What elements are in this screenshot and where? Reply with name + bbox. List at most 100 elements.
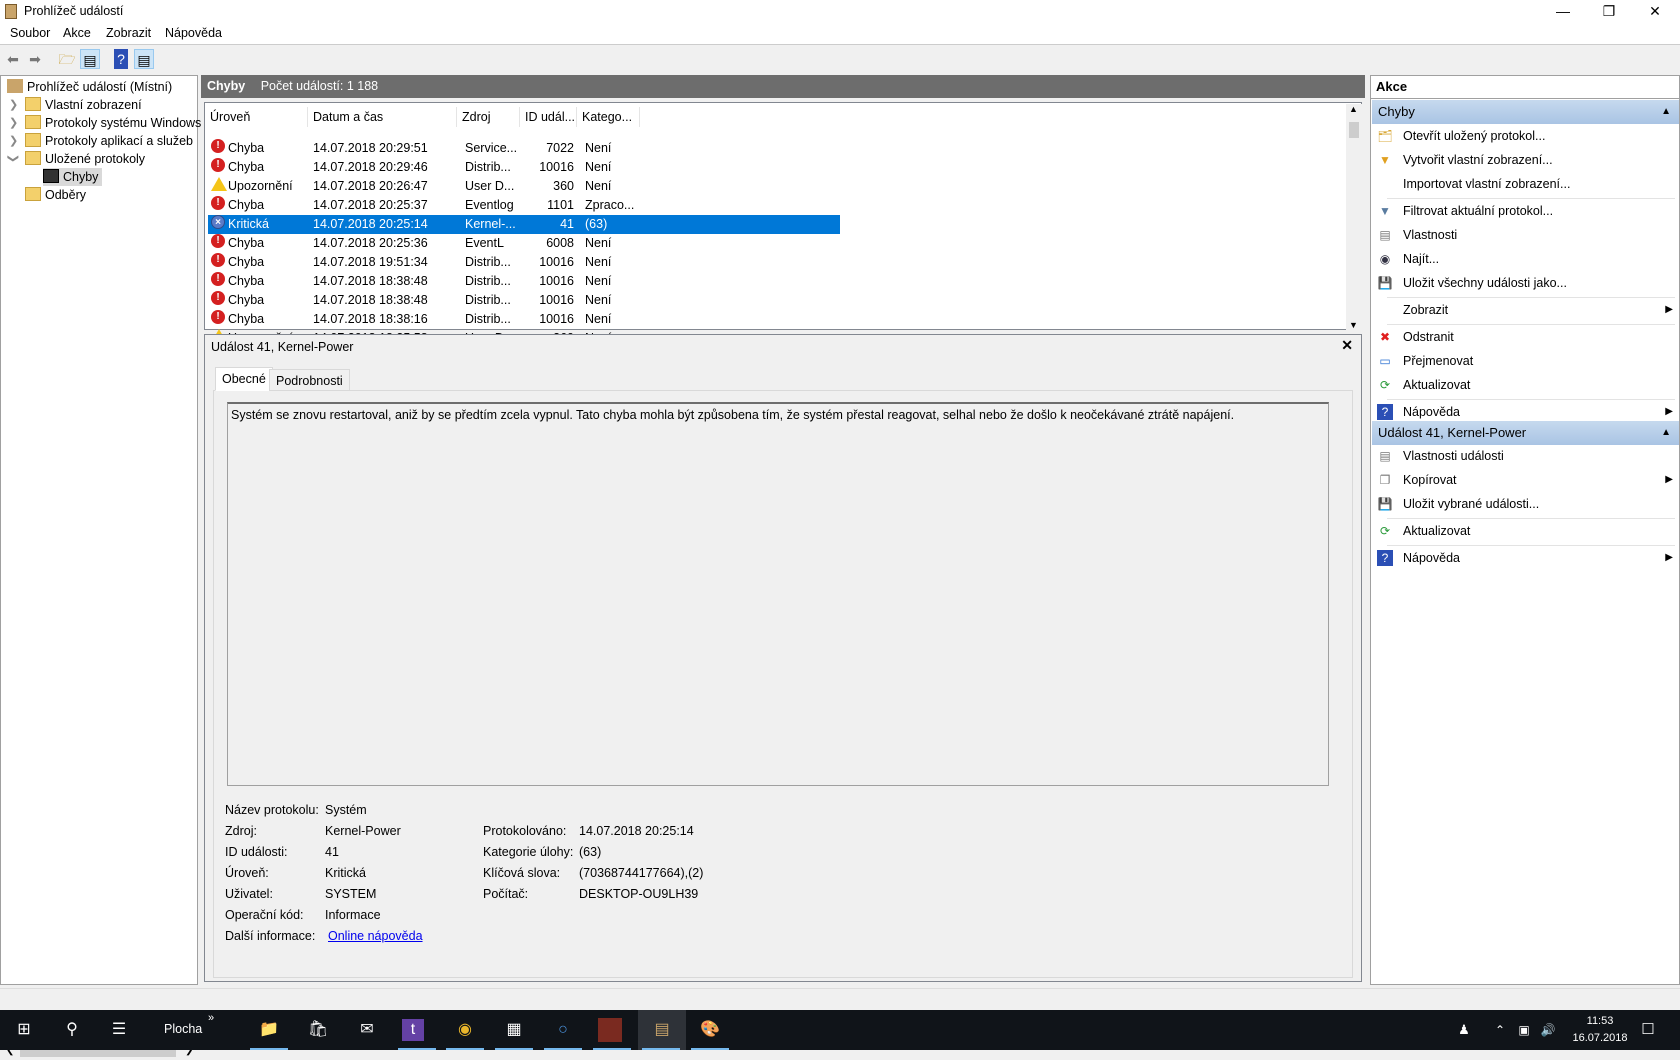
table-row[interactable]: ! Chyba 14.07.2018 18:38:48 Distrib... 10016… bbox=[208, 272, 840, 291]
table-row[interactable]: × Kritická 14.07.2018 20:25:14 Kernel-... 41… bbox=[208, 215, 840, 234]
action-n-pov-da[interactable]: ? Nápověda ▶ bbox=[1375, 547, 1675, 569]
calculator-icon[interactable]: ▦ bbox=[500, 1016, 528, 1044]
action-ulo-it-vybran-ud-losti[interactable]: 💾 Uložit vybrané události... bbox=[1375, 493, 1675, 515]
menu-napoveda[interactable]: Nápověda bbox=[165, 26, 222, 40]
twitch-icon[interactable]: t bbox=[402, 1019, 424, 1041]
back-icon[interactable]: ⬅ bbox=[3, 49, 23, 69]
tree-label: Prohlížeč událostí (Místní) bbox=[27, 80, 173, 94]
tree-item-custom-views[interactable]: Vlastní zobrazení bbox=[25, 96, 142, 114]
headset-app-icon[interactable]: ○ bbox=[549, 1016, 577, 1044]
forward-icon[interactable]: ➡ bbox=[25, 49, 45, 69]
action-importovat-vlastn-zobrazen[interactable]: Importovat vlastní zobrazení... bbox=[1375, 173, 1675, 195]
menu-soubor[interactable]: Soubor bbox=[10, 26, 50, 40]
minimize-button[interactable]: — bbox=[1540, 0, 1586, 23]
source-value: Kernel-Power bbox=[325, 824, 401, 838]
toolbar-expand-icon[interactable]: » bbox=[208, 1012, 214, 1024]
event-viewer-taskbar-button[interactable]: ▤ bbox=[638, 1010, 686, 1050]
show-actions-icon[interactable]: ▤ bbox=[134, 49, 154, 69]
clock[interactable]: 11:53 16.07.2018 bbox=[1570, 1013, 1630, 1047]
table-row[interactable]: ! Chyba 14.07.2018 20:29:51 Service... 7022 N… bbox=[208, 139, 840, 158]
action-zobrazit[interactable]: Zobrazit ▶ bbox=[1375, 299, 1675, 321]
action-ulo-it-v-echny-ud-losti-jako[interactable]: 💾 Uložit všechny události jako... bbox=[1375, 272, 1675, 294]
column-level[interactable]: Úroveň bbox=[205, 107, 308, 127]
people-icon[interactable]: ♟ bbox=[1450, 1016, 1478, 1044]
date: 16.07.2018 bbox=[1572, 1032, 1628, 1044]
scroll-up-icon[interactable]: ▲ bbox=[1349, 104, 1358, 114]
action-vytvo-it-vlastn-zobrazen[interactable]: ▼ Vytvořit vlastní zobrazení... bbox=[1375, 149, 1675, 171]
action-kop-rovat[interactable]: ❐ Kopírovat ▶ bbox=[1375, 469, 1675, 491]
column-source[interactable]: Zdroj bbox=[457, 107, 520, 127]
table-row[interactable]: ! Chyba 14.07.2018 18:38:16 Distrib... 10016… bbox=[208, 310, 840, 329]
action-naj-t[interactable]: ◉ Najít... bbox=[1375, 248, 1675, 270]
tree-item-windows-logs[interactable]: Protokoly systému Windows bbox=[25, 114, 201, 132]
paint-icon[interactable]: 🎨 bbox=[696, 1016, 724, 1044]
tree-item-chyby[interactable]: Chyby bbox=[43, 168, 103, 186]
tab-general[interactable]: Obecné bbox=[215, 367, 273, 391]
menu-zobrazit[interactable]: Zobrazit bbox=[106, 26, 151, 40]
tree-item-saved-logs[interactable]: Uložené protokoly bbox=[25, 150, 145, 168]
action-otev-t-ulo-en-protokol[interactable]: 🗂 Otevřít uložený protokol... bbox=[1375, 125, 1675, 147]
file-explorer-icon[interactable]: 📁 bbox=[255, 1016, 283, 1044]
tab-details[interactable]: Podrobnosti bbox=[269, 369, 350, 391]
action-odstranit[interactable]: ✖ Odstranit bbox=[1375, 326, 1675, 348]
critical-icon: × bbox=[211, 215, 225, 229]
mail-icon[interactable]: ✉ bbox=[353, 1016, 381, 1044]
tree-item-subscriptions[interactable]: Odběry bbox=[25, 186, 86, 204]
action-aktualizovat[interactable]: ⟳ Aktualizovat bbox=[1375, 520, 1675, 542]
notifications-icon[interactable]: ☐ bbox=[1634, 1016, 1662, 1044]
action-vlastnosti-ud-losti[interactable]: ▤ Vlastnosti události bbox=[1375, 445, 1675, 467]
expand-icon[interactable]: ❯ bbox=[9, 116, 18, 129]
column-category[interactable]: Katego... bbox=[577, 107, 640, 127]
collapse-icon[interactable]: ▲ bbox=[1661, 100, 1671, 124]
column-id[interactable]: ID udál... bbox=[520, 107, 577, 127]
expand-icon[interactable]: ❯ bbox=[9, 134, 18, 147]
game-icon[interactable] bbox=[598, 1018, 622, 1042]
action-filtrovat-aktu-ln-protokol[interactable]: ▼ Filtrovat aktuální protokol... bbox=[1375, 200, 1675, 222]
store-icon[interactable]: 🛍 bbox=[304, 1016, 332, 1044]
table-row[interactable]: ! Chyba 14.07.2018 20:25:36 EventL 6008 Není bbox=[208, 234, 840, 253]
action-n-pov-da[interactable]: ? Nápověda ▶ bbox=[1375, 401, 1675, 423]
menu-akce[interactable]: Akce bbox=[63, 26, 91, 40]
table-row[interactable]: ! Chyba 14.07.2018 20:29:46 Distrib... 10016… bbox=[208, 158, 840, 177]
up-folder-icon[interactable]: 🗁 bbox=[57, 49, 77, 69]
tree-root[interactable]: Prohlížeč událostí (Místní) bbox=[7, 78, 172, 96]
task-view-icon[interactable]: ☰ bbox=[105, 1016, 133, 1044]
action-p-ejmenovat[interactable]: ▭ Přejmenovat bbox=[1375, 350, 1675, 372]
desktop-toolbar[interactable]: Plocha bbox=[164, 1022, 202, 1036]
chrome-icon[interactable]: ◉ bbox=[451, 1016, 479, 1044]
scroll-thumb[interactable] bbox=[1349, 122, 1359, 138]
action-aktualizovat[interactable]: ⟳ Aktualizovat bbox=[1375, 374, 1675, 396]
collapse-icon[interactable]: ❯ bbox=[7, 154, 20, 163]
table-row[interactable]: ! Chyba 14.07.2018 19:51:34 Distrib... 10016… bbox=[208, 253, 840, 272]
section-title: Událost 41, Kernel-Power bbox=[1378, 425, 1527, 440]
log-name-value: Systém bbox=[325, 803, 367, 817]
show-tree-icon[interactable]: ▤ bbox=[80, 49, 100, 69]
event-description[interactable]: Systém se znovu restartoval, aniž by se … bbox=[227, 402, 1329, 786]
search-icon[interactable]: ⚲ bbox=[58, 1016, 86, 1044]
close-detail-icon[interactable]: ✕ bbox=[1341, 337, 1353, 354]
folder-icon bbox=[25, 97, 41, 111]
table-row[interactable]: ! Chyba 14.07.2018 18:38:48 Distrib... 10016… bbox=[208, 291, 840, 310]
column-date[interactable]: Datum a čas bbox=[308, 107, 457, 127]
cell-category: Není bbox=[585, 312, 612, 326]
expand-icon[interactable]: ❯ bbox=[9, 98, 18, 111]
scroll-down-icon[interactable]: ▼ bbox=[1349, 320, 1358, 330]
restore-button[interactable]: ❐ bbox=[1586, 0, 1632, 23]
help-icon[interactable]: ? bbox=[114, 49, 128, 69]
table-row[interactable]: ! Chyba 14.07.2018 20:25:37 Eventlog 1101 Zpr… bbox=[208, 196, 840, 215]
vertical-scrollbar[interactable]: ▲ ▼ bbox=[1346, 104, 1362, 330]
volume-icon[interactable]: 🔊 bbox=[1534, 1016, 1562, 1044]
collapse-icon[interactable]: ▲ bbox=[1661, 421, 1671, 445]
table-row[interactable]: Upozornění 14.07.2018 20:26:47 User D... 36… bbox=[208, 177, 840, 196]
close-button[interactable]: ✕ bbox=[1632, 0, 1678, 23]
task-category-label: Kategorie úlohy: bbox=[483, 845, 574, 859]
section-chyby-header[interactable]: Chyby ▲ bbox=[1372, 100, 1679, 124]
tree-item-app-logs[interactable]: Protokoly aplikací a služeb bbox=[25, 132, 193, 150]
section-event-header[interactable]: Událost 41, Kernel-Power ▲ bbox=[1372, 421, 1679, 445]
help-icon: ? bbox=[1377, 404, 1393, 420]
cell-id: 10016 bbox=[539, 312, 574, 326]
online-help-link[interactable]: Online nápověda bbox=[328, 929, 423, 943]
cell-source: Kernel-... bbox=[465, 217, 516, 231]
start-icon[interactable]: ⊞ bbox=[10, 1016, 38, 1044]
action-vlastnosti[interactable]: ▤ Vlastnosti bbox=[1375, 224, 1675, 246]
